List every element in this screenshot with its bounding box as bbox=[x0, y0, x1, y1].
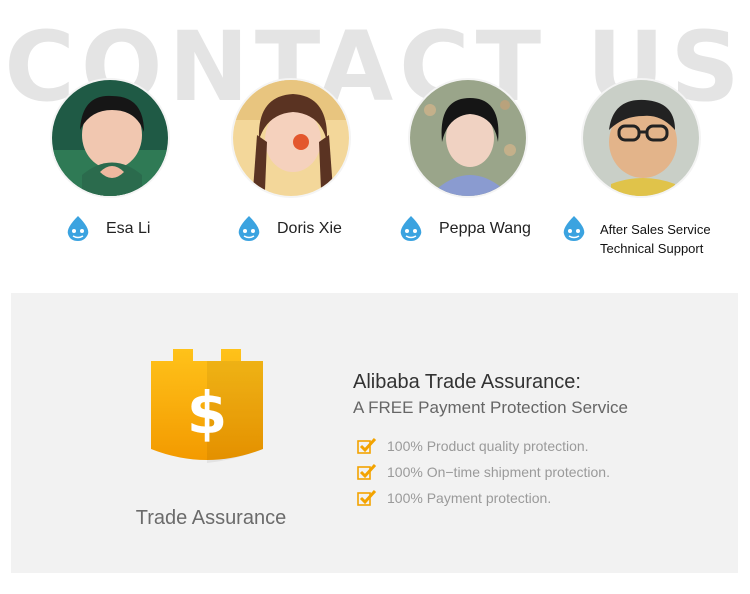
contact-name-line-2: Technical Support bbox=[600, 241, 704, 256]
feature-text: 100% Product quality protection. bbox=[387, 438, 589, 454]
svg-text:$: $ bbox=[187, 379, 227, 447]
chat-drop-icon[interactable] bbox=[235, 214, 263, 242]
chat-drop-icon[interactable] bbox=[64, 214, 92, 242]
avatar bbox=[581, 78, 701, 198]
contact-name-row: Esa Li bbox=[64, 214, 150, 242]
contact-name: Peppa Wang bbox=[439, 220, 531, 237]
list-item: 100% Payment protection. bbox=[357, 485, 610, 511]
check-icon bbox=[357, 438, 377, 454]
check-icon bbox=[357, 464, 377, 480]
feature-text: 100% On−time shipment protection. bbox=[387, 464, 610, 480]
list-item: 100% On−time shipment protection. bbox=[357, 459, 610, 485]
check-icon bbox=[357, 490, 377, 506]
contact-name-line-1: After Sales Service bbox=[600, 222, 711, 237]
trade-assurance-caption: Trade Assurance bbox=[135, 507, 287, 529]
contact-name: Esa Li bbox=[106, 220, 151, 237]
avatar bbox=[50, 78, 170, 198]
list-item: 100% Product quality protection. bbox=[357, 433, 610, 459]
avatar bbox=[408, 78, 528, 198]
feature-list: 100% Product quality protection. 100% On… bbox=[357, 433, 610, 511]
feature-text: 100% Payment protection. bbox=[387, 490, 552, 506]
contact-name: Doris Xie bbox=[277, 220, 342, 237]
trade-assurance-title: Alibaba Trade Assurance: bbox=[353, 371, 581, 393]
contact-name-row: Doris Xie bbox=[235, 214, 342, 242]
trade-assurance-panel: $ Trade Assurance Alibaba Trade Assuranc… bbox=[11, 293, 738, 573]
chat-drop-icon[interactable] bbox=[397, 214, 425, 242]
trade-assurance-subtitle: A FREE Payment Protection Service bbox=[353, 398, 628, 417]
contact-name: After Sales Service Technical Support bbox=[600, 220, 711, 258]
shield-dollar-icon: $ bbox=[151, 349, 263, 463]
contact-name-row: After Sales Service Technical Support bbox=[560, 214, 711, 258]
contact-name-row: Peppa Wang bbox=[397, 214, 531, 242]
chat-drop-icon[interactable] bbox=[560, 214, 588, 242]
avatar bbox=[231, 78, 351, 198]
